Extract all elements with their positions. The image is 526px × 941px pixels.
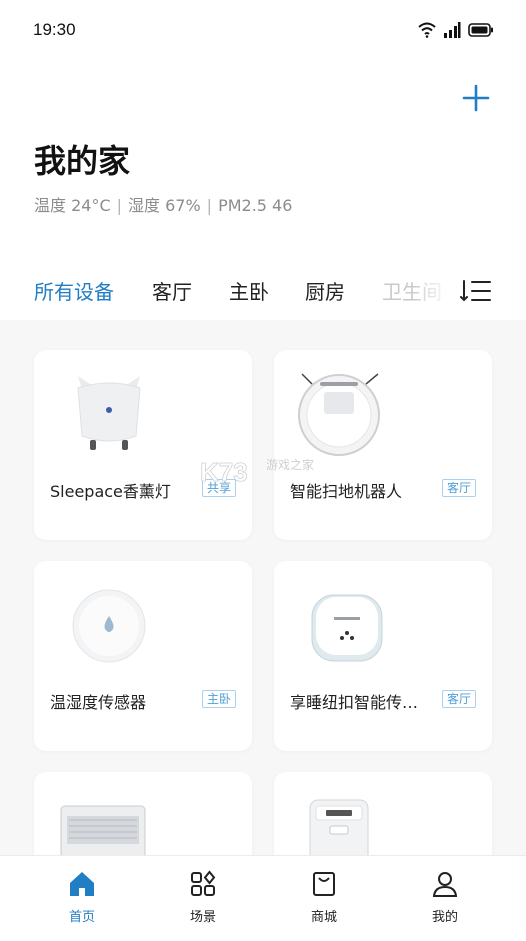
user-icon [432, 872, 458, 897]
svg-text:游戏之家: 游戏之家 [266, 457, 314, 472]
nav-mall-label: 商城 [310, 910, 337, 925]
air-purifier-image [60, 805, 146, 855]
nav-home[interactable]: 首页 [42, 870, 122, 925]
room-tabs: 所有设备 客厅 主卧 厨房 卫生间 [0, 270, 526, 310]
tab-fade [412, 270, 452, 310]
bottom-navigation: 首页 场景 商城 我的 [0, 855, 526, 941]
nav-mall[interactable]: 商城 [284, 870, 364, 925]
k73-watermark-logo: K73 游戏之家 [200, 457, 314, 488]
home-title: 我的家 [34, 142, 131, 180]
tab-master-bedroom[interactable]: 主卧 [229, 276, 269, 305]
device-card[interactable]: 温湿度传感器 主卧 [34, 561, 252, 751]
add-device-button[interactable] [460, 82, 492, 114]
tab-kitchen[interactable]: 厨房 [305, 276, 345, 305]
shopping-bag-icon [313, 872, 335, 896]
room-badge: 客厅 [441, 479, 476, 497]
nav-scene[interactable]: 场景 [163, 870, 243, 925]
device-name: 享睡纽扣智能传感器 [290, 693, 430, 712]
nav-mine[interactable]: 我的 [405, 870, 485, 925]
sort-list-icon[interactable] [460, 278, 492, 304]
scene-grid-icon [191, 870, 216, 896]
rice-cooker-image [309, 799, 369, 855]
humidity-readout: 湿度 67% [128, 196, 201, 215]
home-icon [70, 872, 94, 896]
device-card[interactable]: 享睡纽扣智能传感器 客厅 [274, 561, 492, 751]
device-card[interactable] [274, 772, 492, 855]
device-name: Sleepace香薰灯 [50, 482, 171, 501]
tab-all-devices[interactable]: 所有设备 [34, 276, 114, 305]
room-badge: 客厅 [441, 690, 476, 708]
temp-humidity-sensor-image [72, 589, 146, 663]
separator: | [116, 196, 123, 215]
status-time: 19:30 [33, 20, 76, 39]
status-icons [418, 20, 494, 40]
battery-icon [468, 23, 493, 37]
svg-text:K73: K73 [200, 457, 248, 487]
device-card[interactable]: 智能扫地机器人 客厅 [274, 350, 492, 540]
environment-summary: 温度 24°C | 湿度 67% | PM2.5 46 [34, 192, 292, 216]
wifi-icon [418, 22, 436, 38]
temperature-readout: 温度 24°C [34, 196, 111, 215]
separator: | [206, 196, 213, 215]
nav-scene-label: 场景 [189, 910, 216, 925]
device-card[interactable]: Sleepace香薰灯 共享 [34, 350, 252, 540]
tab-living-room[interactable]: 客厅 [152, 276, 192, 305]
device-grid: Sleepace香薰灯 共享 智能扫地机器人 客厅 温湿度传感器 主卧 享睡纽扣… [0, 320, 526, 855]
device-name: 温湿度传感器 [50, 693, 147, 712]
room-badge: 主卧 [201, 690, 236, 708]
pm25-readout: PM2.5 46 [218, 196, 293, 215]
aroma-lamp-image [77, 376, 141, 450]
nav-home-label: 首页 [68, 910, 95, 925]
signal-icon [444, 22, 461, 38]
device-card[interactable] [34, 772, 252, 855]
robot-vacuum-image [298, 373, 380, 456]
header-area: 19:30 我的家 温度 24°C | 湿度 67% | PM2.5 46 所有… [0, 0, 526, 320]
nav-mine-label: 我的 [431, 910, 458, 925]
button-sensor-image [311, 594, 383, 662]
status-bar: 19:30 [0, 0, 526, 60]
